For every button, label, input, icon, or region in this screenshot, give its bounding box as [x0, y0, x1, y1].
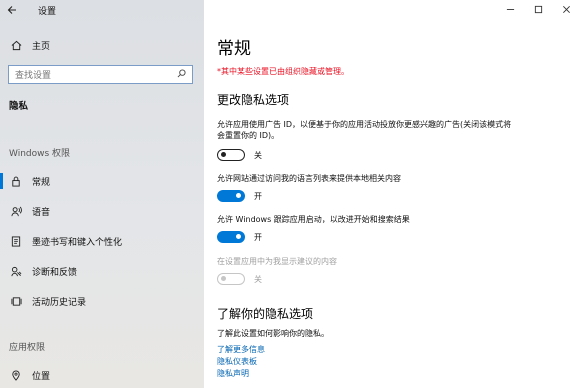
- setting-toggle-row: 开: [217, 231, 262, 243]
- managed-warning: *其中某些设置已由组织隐藏或管理。: [217, 67, 349, 76]
- app-launch-toggle[interactable]: [217, 231, 245, 243]
- sidebar-item-label: 诊断和反馈: [32, 267, 78, 278]
- toggle-knob: [236, 234, 241, 239]
- minimize-icon: [506, 8, 514, 10]
- search-placeholder: 查找设置: [15, 71, 52, 81]
- close-icon: [562, 5, 570, 13]
- sidebar-item-label: 位置: [32, 371, 51, 382]
- link-privacy-statement[interactable]: 隐私声明: [217, 368, 249, 379]
- close-button[interactable]: [552, 0, 580, 18]
- nav-home[interactable]: 主页: [0, 35, 204, 55]
- sidebar-item-label: 语音: [32, 207, 51, 218]
- page-title: 常规: [217, 39, 251, 59]
- learn-heading: 了解你的隐私选项: [217, 307, 314, 321]
- toggle-state-label: 关: [254, 150, 262, 160]
- setting-toggle-row: 关: [217, 149, 262, 161]
- sidebar-item-speech[interactable]: 语音: [0, 200, 204, 222]
- app-title: 设置: [38, 6, 57, 17]
- activity-history-icon: [8, 296, 24, 307]
- main-content: 常规 *其中某些设置已由组织隐藏或管理。 更改隐私选项 允许应用使用广告 ID，…: [204, 0, 580, 388]
- section-app-permissions: 应用权限: [9, 343, 46, 353]
- toggle-state-label: 开: [254, 191, 262, 201]
- suggested-content-toggle: [217, 273, 245, 285]
- toggle-state-label: 开: [254, 232, 262, 242]
- toggle-knob: [221, 152, 226, 157]
- speech-icon: [8, 206, 24, 217]
- learn-text: 了解此设置如何影响你的隐私。: [217, 329, 329, 338]
- setting-toggle-row: 关: [217, 273, 262, 285]
- back-button[interactable]: [0, 0, 24, 20]
- location-icon: [8, 370, 24, 381]
- toggle-knob: [236, 193, 241, 198]
- home-icon: [8, 40, 24, 51]
- lock-icon: [8, 176, 24, 187]
- link-privacy-dashboard[interactable]: 隐私仪表板: [217, 356, 257, 367]
- setting-description-app-launch: 允许 Windows 跟踪应用启动，以改进开始和搜索结果: [217, 215, 410, 224]
- title-bar: 设置: [0, 0, 204, 20]
- search-icon[interactable]: [177, 68, 186, 81]
- section-windows-permissions: Windows 权限: [9, 149, 71, 159]
- setting-toggle-row: 开: [217, 190, 262, 202]
- sidebar-item-location[interactable]: 位置: [0, 364, 204, 386]
- active-indicator: [0, 173, 3, 189]
- toggle-knob: [221, 276, 226, 281]
- nav-home-label: 主页: [32, 41, 51, 52]
- setting-description-ad-id: 允许应用使用广告 ID，以便基于你的应用活动投放你更感兴趣的广告(关闭该模式将会…: [217, 120, 512, 140]
- maximize-button[interactable]: [524, 0, 552, 18]
- diagnostics-icon: [8, 266, 24, 277]
- back-arrow-icon: [7, 6, 16, 14]
- sidebar-item-label: 活动历史记录: [32, 297, 87, 308]
- category-title: 隐私: [9, 101, 29, 112]
- sidebar-item-diagnostics[interactable]: 诊断和反馈: [0, 260, 204, 282]
- language-list-toggle[interactable]: [217, 190, 245, 202]
- maximize-icon: [534, 5, 542, 13]
- ad-id-toggle[interactable]: [217, 149, 245, 161]
- sidebar-item-inking-typing[interactable]: 墨迹书写和键入个性化: [0, 230, 204, 252]
- sidebar-item-label: 墨迹书写和键入个性化: [32, 237, 123, 248]
- section-heading: 更改隐私选项: [217, 93, 290, 107]
- window-controls: [496, 0, 580, 18]
- sidebar-item-activity-history[interactable]: 活动历史记录: [0, 290, 204, 312]
- pen-keyboard-icon: [8, 235, 24, 247]
- toggle-state-label: 关: [254, 274, 262, 284]
- sidebar-item-general[interactable]: 常规: [0, 170, 204, 192]
- setting-description-language-list: 允许网站通过访问我的语言列表来提供本地相关内容: [217, 174, 401, 183]
- link-learn-more[interactable]: 了解更多信息: [217, 344, 265, 355]
- search-input[interactable]: 查找设置: [8, 65, 193, 84]
- setting-description-suggested-content: 在设置应用中为我显示建议的内容: [217, 257, 337, 266]
- sidebar: 设置 主页 查找设置 隐私 Windows 权限 常规 语音 墨迹书写和键入个性…: [0, 0, 204, 388]
- sidebar-item-label: 常规: [32, 177, 51, 188]
- minimize-button[interactable]: [496, 0, 524, 18]
